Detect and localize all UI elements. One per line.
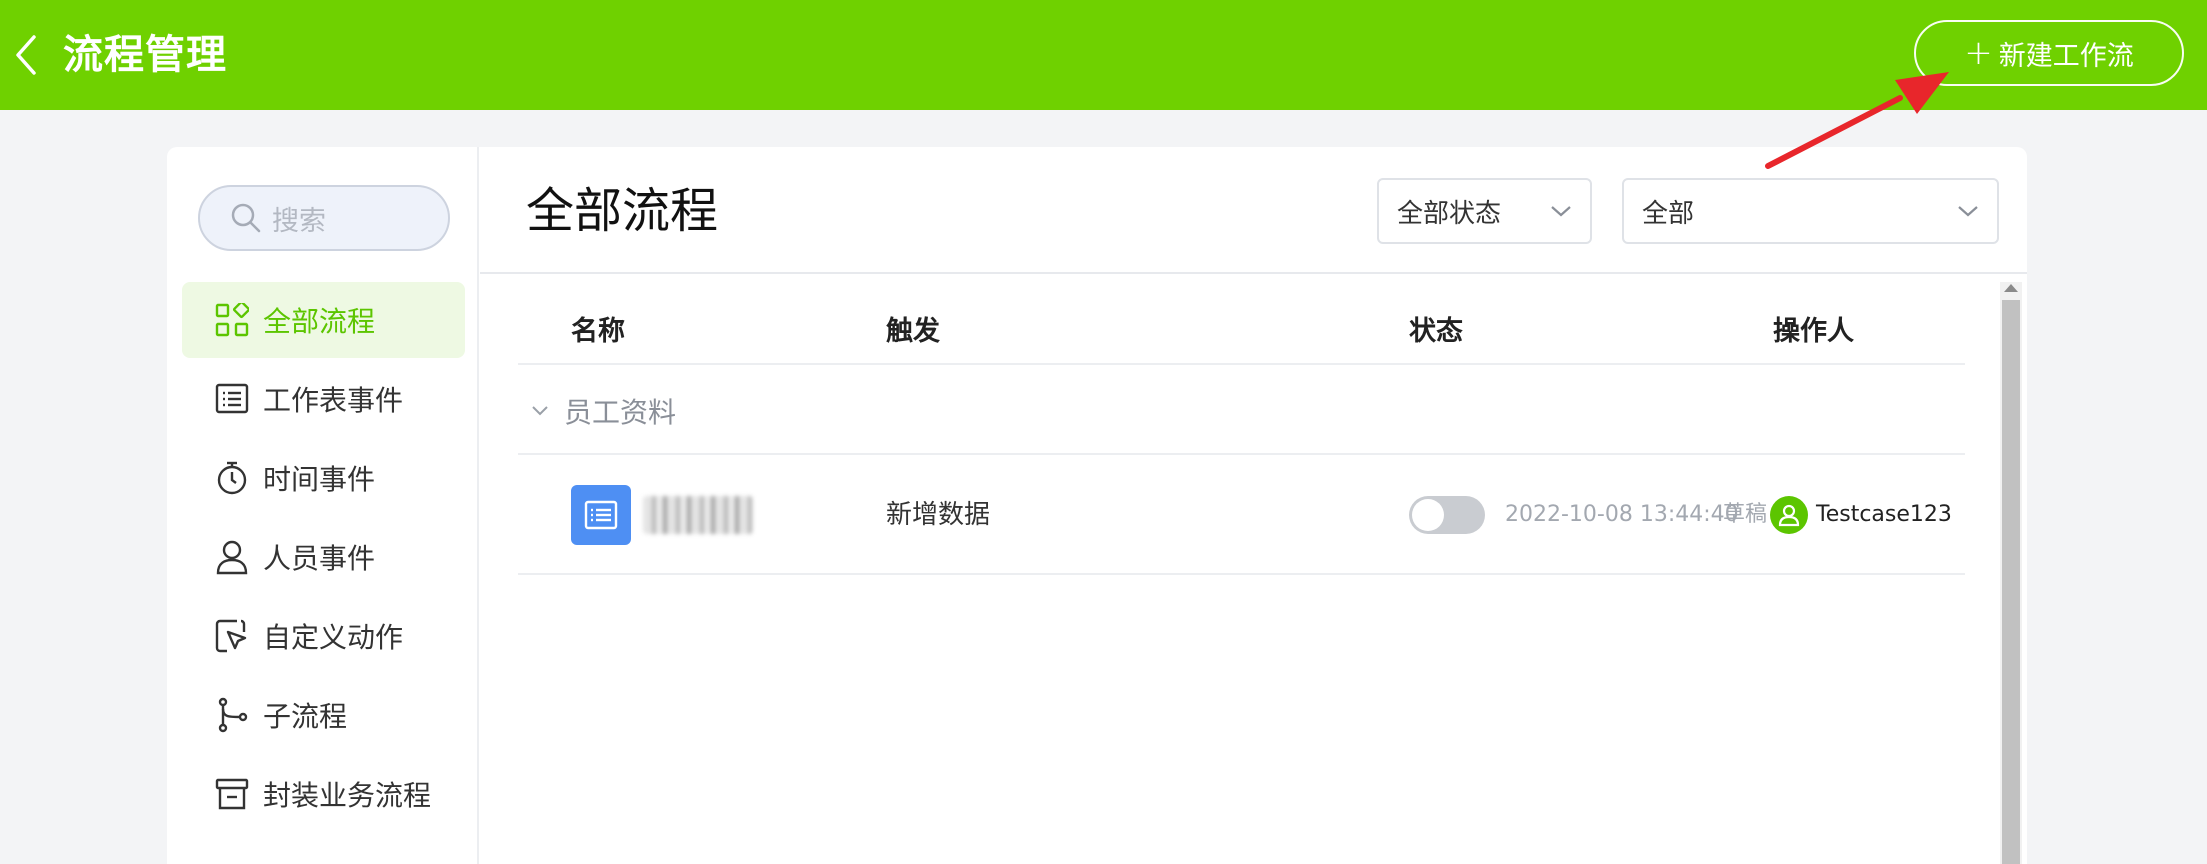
trigger-cell: 新增数据 <box>886 500 991 530</box>
chevron-left-icon <box>16 35 36 75</box>
content-header: 全部流程 全部状态 全部 <box>480 147 2027 274</box>
new-workflow-button[interactable]: + 新建工作流 <box>1914 20 2184 86</box>
workflow-name-blurred[interactable] <box>643 496 753 534</box>
sidebar-item-custom-actions[interactable]: 自定义动作 <box>182 598 465 674</box>
archive-icon <box>214 776 250 812</box>
sidebar-item-packaged-processes[interactable]: 封装业务流程 <box>182 756 465 832</box>
list-icon <box>214 381 250 417</box>
divider <box>518 573 1965 575</box>
main-content: 全部流程 全部状态 全部 名称 触发 状态 操作人 员工资料 新增数据 2022… <box>480 147 2027 864</box>
top-bar: 流程管理 + 新建工作流 <box>0 0 2207 110</box>
column-header-status: 状态 <box>1409 316 1463 347</box>
search-icon <box>231 203 261 233</box>
vertical-scrollbar[interactable] <box>2000 282 2022 864</box>
column-header-operator: 操作人 <box>1773 316 1854 347</box>
branch-icon <box>214 697 250 733</box>
sidebar-item-sheet-events[interactable]: 工作表事件 <box>182 361 465 437</box>
sidebar-item-subflows[interactable]: 子流程 <box>182 677 465 753</box>
search-input[interactable]: 搜索 <box>198 185 450 251</box>
sidebar-item-label: 子流程 <box>263 700 348 733</box>
operator-name: Testcase123 <box>1816 502 1952 527</box>
plus-icon: + <box>1964 33 1993 73</box>
sidebar-item-label: 全部流程 <box>263 305 376 338</box>
status-badge: 草稿 <box>1723 502 1768 527</box>
new-workflow-label: 新建工作流 <box>1998 40 2134 72</box>
worksheet-icon <box>571 485 631 545</box>
status-filter-select[interactable]: 全部状态 <box>1377 178 1592 244</box>
timestamp: 2022-10-08 13:44:40 <box>1505 502 1739 527</box>
stopwatch-icon <box>214 460 250 496</box>
enable-toggle[interactable] <box>1409 496 1485 534</box>
chevron-down-icon <box>532 406 548 416</box>
sidebar-item-label: 工作表事件 <box>263 384 404 417</box>
section-title: 全部流程 <box>526 183 719 239</box>
divider <box>518 453 1965 455</box>
workflow-panel: 搜索 全部流程 工作表事件 时间事件 人员事件 自定义动作 子流程 封装业务流程… <box>167 147 2027 864</box>
sidebar-item-label: 时间事件 <box>263 463 376 496</box>
sidebar-nav: 全部流程 工作表事件 时间事件 人员事件 自定义动作 子流程 封装业务流程 <box>182 282 465 835</box>
sidebar: 搜索 全部流程 工作表事件 时间事件 人员事件 自定义动作 子流程 封装业务流程 <box>167 147 479 864</box>
sidebar-item-all-workflows[interactable]: 全部流程 <box>182 282 465 358</box>
back-button[interactable] <box>6 28 46 82</box>
scope-filter-value: 全部 <box>1642 198 1695 229</box>
chevron-down-icon <box>1957 204 1979 218</box>
group-toggle[interactable]: 员工资料 <box>530 387 676 435</box>
sidebar-item-people-events[interactable]: 人员事件 <box>182 519 465 595</box>
user-icon <box>1778 504 1800 527</box>
search-placeholder: 搜索 <box>272 205 326 237</box>
sidebar-item-time-events[interactable]: 时间事件 <box>182 440 465 516</box>
chevron-down-icon <box>1550 204 1572 218</box>
user-icon <box>214 539 250 575</box>
column-header-trigger: 触发 <box>886 316 940 347</box>
sidebar-item-label: 人员事件 <box>263 542 376 575</box>
cursor-click-icon <box>214 618 250 654</box>
page-title: 流程管理 <box>63 32 227 78</box>
scrollbar-thumb[interactable] <box>2002 300 2020 864</box>
status-filter-value: 全部状态 <box>1397 198 1502 229</box>
divider <box>518 363 1965 365</box>
avatar <box>1770 496 1808 534</box>
scope-filter-select[interactable]: 全部 <box>1622 178 1999 244</box>
sidebar-item-label: 封装业务流程 <box>263 779 432 812</box>
column-header-name: 名称 <box>571 316 625 347</box>
scroll-up-arrow-icon[interactable] <box>2004 284 2018 292</box>
group-label: 员工资料 <box>564 396 677 429</box>
grid-icon <box>214 302 250 338</box>
sidebar-item-label: 自定义动作 <box>263 621 404 654</box>
